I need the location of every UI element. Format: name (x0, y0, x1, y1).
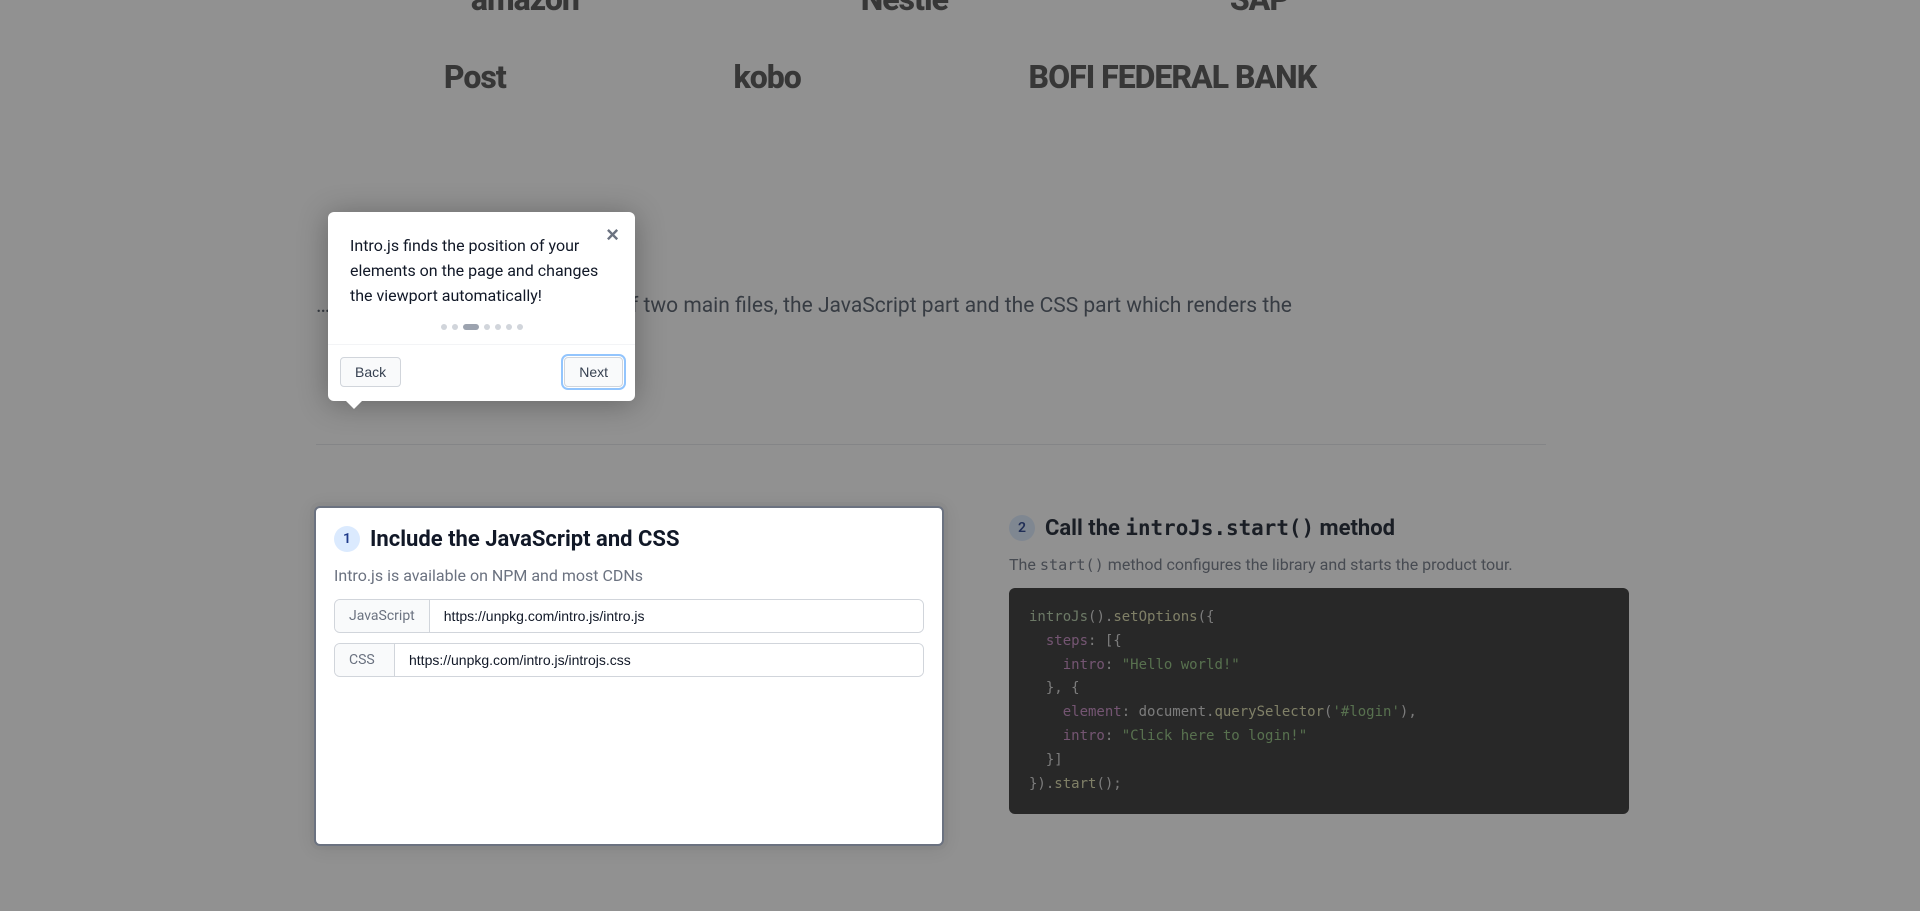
tooltip-text: Intro.js finds the position of your elem… (350, 234, 613, 308)
bullet-2[interactable] (463, 324, 479, 330)
css-addon-label: CSS (335, 644, 395, 676)
js-addon-label: JavaScript (335, 600, 430, 632)
js-url-input[interactable] (430, 600, 923, 632)
bullet-6[interactable] (517, 324, 523, 330)
step1-badge: 1 (334, 526, 360, 552)
bullet-4[interactable] (495, 324, 501, 330)
close-icon[interactable]: × (602, 220, 623, 250)
bullet-5[interactable] (506, 324, 512, 330)
step1-subtitle: Intro.js is available on NPM and most CD… (334, 566, 924, 585)
next-button[interactable]: Next (564, 357, 623, 387)
step-bullets (328, 324, 635, 344)
step1-card-highlighted: 1 Include the JavaScript and CSS Intro.j… (314, 506, 944, 846)
bullet-0[interactable] (441, 324, 447, 330)
bullet-1[interactable] (452, 324, 458, 330)
back-button[interactable]: Back (340, 357, 401, 387)
tour-tooltip: × Intro.js finds the position of your el… (328, 212, 635, 401)
css-url-row: CSS (334, 643, 924, 677)
css-url-input[interactable] (395, 644, 923, 676)
dim-overlay (0, 0, 1920, 911)
js-url-row: JavaScript (334, 599, 924, 633)
step1-heading: Include the JavaScript and CSS (370, 527, 680, 552)
bullet-3[interactable] (484, 324, 490, 330)
